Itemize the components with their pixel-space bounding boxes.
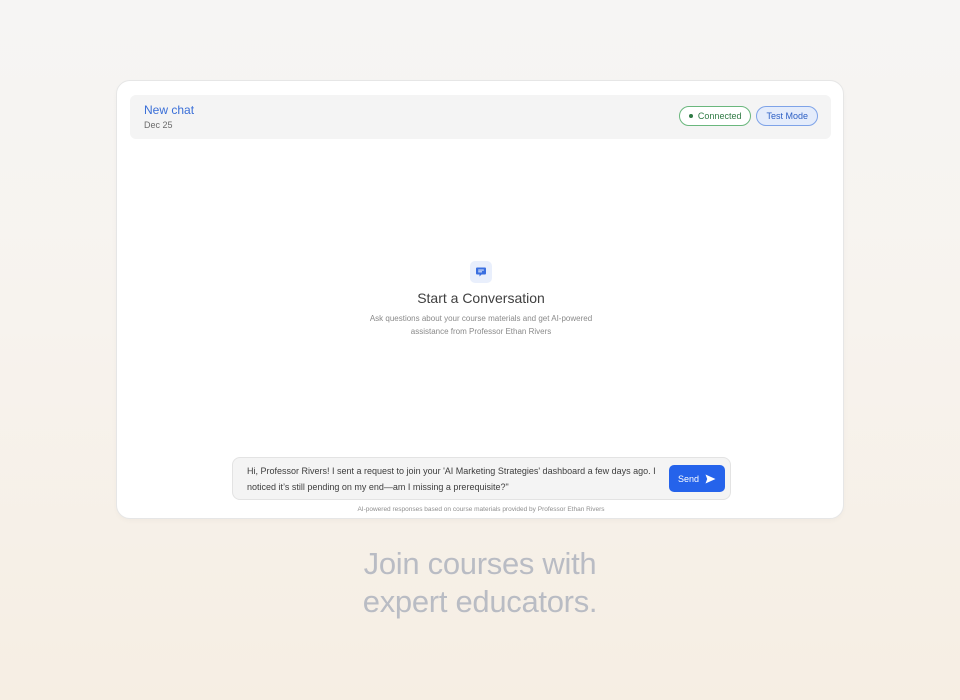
send-button[interactable]: Send	[669, 465, 725, 492]
connected-badge-label: Connected	[697, 111, 742, 121]
chat-header: New chat Dec 25 Connected Test Mode	[130, 95, 831, 139]
connected-badge: Connected	[678, 106, 752, 126]
footer-disclaimer: AI-powered responses based on course mat…	[357, 506, 605, 513]
chat-bubble-icon	[470, 261, 492, 283]
empty-state: Start a Conversation Ask questions about…	[117, 261, 845, 338]
tagline-line-1: Join courses with	[363, 546, 597, 581]
empty-state-title: Start a Conversation	[417, 290, 545, 306]
chat-window: New chat Dec 25 Connected Test Mode Star…	[116, 80, 844, 519]
empty-state-description: Ask questions about your course material…	[369, 314, 593, 336]
test-mode-badge-label: Test Mode	[766, 111, 808, 121]
test-mode-badge[interactable]: Test Mode	[756, 106, 818, 126]
send-button-label: Send	[677, 473, 700, 484]
tagline-line-2: expert educators.	[362, 584, 598, 619]
message-input[interactable]: Hi, Professor Rivers! I sent a request t…	[247, 463, 657, 495]
status-dot-icon	[688, 114, 693, 118]
status-badges: Connected Test Mode	[678, 106, 818, 126]
chat-title[interactable]: New chat	[144, 103, 194, 118]
send-arrow-icon	[705, 474, 716, 483]
chat-date: Dec 25	[144, 120, 173, 130]
message-composer[interactable]: Hi, Professor Rivers! I sent a request t…	[232, 457, 731, 500]
marketing-tagline: Join courses with expert educators.	[0, 545, 960, 621]
